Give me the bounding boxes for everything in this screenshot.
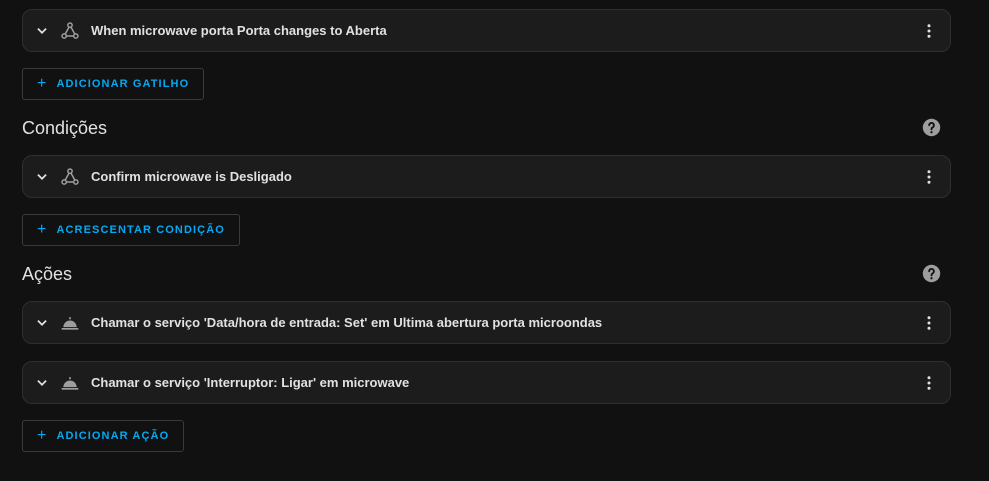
action-card[interactable]: Chamar o serviço 'Interruptor: Ligar' em… <box>22 361 951 404</box>
more-vert-icon[interactable] <box>920 374 938 392</box>
help-icon[interactable] <box>922 118 941 137</box>
add-condition-label: ACRESCENTAR CONDIÇÃO <box>56 224 225 236</box>
chevron-down-icon[interactable] <box>35 24 49 38</box>
condition-label: Confirm microwave is Desligado <box>91 169 292 184</box>
more-vert-icon[interactable] <box>920 314 938 332</box>
plus-icon: + <box>37 426 48 444</box>
chevron-down-icon[interactable] <box>35 316 49 330</box>
action-label: Chamar o serviço 'Data/hora de entrada: … <box>91 315 603 330</box>
trigger-card[interactable]: When microwave porta Porta changes to Ab… <box>22 9 951 52</box>
add-action-label: ADICIONAR AÇÃO <box>56 430 170 442</box>
service-bell-icon <box>61 317 79 330</box>
add-trigger-button[interactable]: + ADICIONAR GATILHO <box>22 68 205 100</box>
add-action-button[interactable]: + ADICIONAR AÇÃO <box>22 420 185 452</box>
actions-title: Ações <box>22 264 73 284</box>
action-label: Chamar o serviço 'Interruptor: Ligar' em… <box>91 375 410 390</box>
help-icon[interactable] <box>922 264 941 283</box>
add-trigger-label: ADICIONAR GATILHO <box>56 78 190 90</box>
more-vert-icon[interactable] <box>920 168 938 186</box>
trigger-label: When microwave porta Porta changes to Ab… <box>91 23 387 38</box>
condition-card[interactable]: Confirm microwave is Desligado <box>22 155 951 198</box>
state-condition-icon <box>61 168 79 185</box>
conditions-title: Condições <box>22 118 108 138</box>
plus-icon: + <box>37 74 48 92</box>
chevron-down-icon[interactable] <box>35 170 49 184</box>
add-condition-button[interactable]: + ACRESCENTAR CONDIÇÃO <box>22 214 240 246</box>
plus-icon: + <box>37 220 48 238</box>
service-bell-icon <box>61 377 79 390</box>
state-trigger-icon <box>61 22 79 39</box>
action-card[interactable]: Chamar o serviço 'Data/hora de entrada: … <box>22 301 951 344</box>
chevron-down-icon[interactable] <box>35 376 49 390</box>
more-vert-icon[interactable] <box>920 22 938 40</box>
